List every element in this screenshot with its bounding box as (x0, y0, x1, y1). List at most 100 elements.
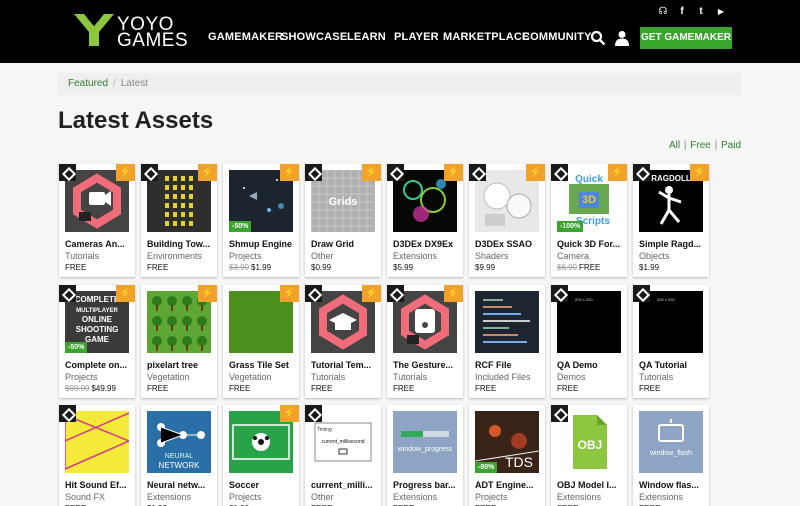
asset-category[interactable]: Extensions (557, 492, 625, 502)
asset-category[interactable]: Vegetation (229, 372, 297, 382)
asset-category[interactable]: Vegetation (147, 372, 215, 382)
asset-card[interactable]: ⚡ D3DEx SSAO Shaders $9.99 (469, 164, 545, 277)
asset-category[interactable]: Extensions (639, 492, 707, 502)
filter-paid[interactable]: Paid (721, 140, 741, 151)
asset-category[interactable]: Extensions (147, 492, 215, 502)
asset-card[interactable]: window_progress Progress bar... Extensions… (387, 405, 463, 506)
asset-card[interactable]: window_flashWindow flas...ExtensionsFREE (633, 405, 709, 506)
asset-card[interactable]: ⚡ The Gesture... Tutorials FREE (387, 285, 463, 398)
facebook-icon[interactable]: f (676, 6, 688, 18)
yoyo-games-logo[interactable]: YOYO GAMES (74, 14, 194, 51)
asset-category[interactable]: Projects (65, 372, 133, 382)
asset-name[interactable]: Soccer (229, 480, 297, 490)
asset-name[interactable]: Window flas... (639, 480, 707, 490)
asset-card[interactable]: NEURALNETWORKNeural netw...Extensions$1.… (141, 405, 217, 506)
twitter-icon[interactable]: t (695, 6, 707, 18)
asset-card[interactable]: OBJOBJ Model I...ExtensionsFREE (551, 405, 627, 506)
nav-community[interactable]: COMMUNITY (522, 31, 592, 43)
asset-price: FREE (229, 384, 297, 393)
asset-card[interactable]: Timing current_millisecond current_milli..… (305, 405, 381, 506)
asset-card[interactable]: Grids ⚡ Draw Grid Other $0.99 (305, 164, 381, 277)
asset-card[interactable]: ⚡ Grass Tile Set Vegetation FREE (223, 285, 299, 398)
nav-gamemaker[interactable]: GAMEMAKER (208, 31, 283, 43)
asset-card[interactable]: ⚡ Tutorial Tem... Tutorials FREE (305, 285, 381, 398)
asset-name[interactable]: Tutorial Tem... (311, 360, 379, 370)
asset-name[interactable]: QA Demo (557, 360, 625, 370)
nav-marketplace[interactable]: MARKETPLACE (443, 31, 530, 43)
svg-text:SHOOTING: SHOOTING (76, 325, 119, 334)
asset-category[interactable]: Tutorials (311, 372, 379, 382)
asset-card[interactable]: -50% ⚡ Shmup Engine Projects $3.99 $1.99 (223, 164, 299, 277)
asset-name[interactable]: OBJ Model I... (557, 480, 625, 490)
nav-learn[interactable]: LEARN (347, 31, 386, 43)
asset-name[interactable]: pixelart tree (147, 360, 215, 370)
asset-card[interactable]: TDS-80%ADT Engine...ProjectsFREE (469, 405, 545, 506)
asset-category[interactable]: Camera (557, 251, 625, 261)
search-icon[interactable] (590, 30, 606, 46)
asset-category[interactable]: Environments (147, 251, 215, 261)
asset-card[interactable]: 200 x 200 QA Demo Demos FREE (551, 285, 627, 398)
asset-name[interactable]: Building Tow... (147, 239, 215, 249)
asset-name[interactable]: Quick 3D For... (557, 239, 625, 249)
asset-card[interactable]: ⚡ Building Tow... Environments FREE (141, 164, 217, 277)
asset-thumbnail[interactable]: TDS -80% (475, 411, 539, 473)
nav-player[interactable]: PLAYER (394, 31, 439, 43)
asset-category[interactable]: Projects (475, 492, 543, 502)
asset-thumbnail[interactable]: NEURAL NETWORK (147, 411, 211, 473)
asset-category[interactable]: Shaders (475, 251, 543, 261)
asset-name[interactable]: QA Tutorial (639, 360, 707, 370)
get-gamemaker-button[interactable]: GET GAMEMAKER (640, 27, 732, 49)
asset-name[interactable]: current_milli... (311, 480, 379, 490)
asset-name[interactable]: Draw Grid (311, 239, 379, 249)
asset-category[interactable]: Tutorials (65, 251, 133, 261)
asset-category[interactable]: Tutorials (393, 372, 461, 382)
asset-card[interactable]: RCF File Included Files FREE (469, 285, 545, 398)
asset-card[interactable]: ⚡ Cameras An... Tutorials FREE (59, 164, 135, 277)
asset-category[interactable]: Tutorials (639, 372, 707, 382)
asset-category[interactable]: Demos (557, 372, 625, 382)
asset-name[interactable]: Hit Sound Ef... (65, 480, 133, 490)
nav-showcase[interactable]: SHOWCASE (281, 31, 347, 43)
asset-thumbnail[interactable] (475, 291, 539, 353)
asset-category[interactable]: Sound FX (65, 492, 133, 502)
breadcrumb-featured[interactable]: Featured (68, 78, 108, 89)
asset-name[interactable]: D3DEx DX9Ex (393, 239, 461, 249)
lightning-bolt-icon: ⚡ (362, 164, 381, 181)
asset-category[interactable]: Objects (639, 251, 707, 261)
asset-card[interactable]: ⚡SoccerProjects$1.99 (223, 405, 299, 506)
asset-name[interactable]: Grass Tile Set (229, 360, 297, 370)
user-icon[interactable] (615, 30, 629, 46)
asset-name[interactable]: ADT Engine... (475, 480, 543, 490)
asset-card[interactable]: ⚡ pixelart tree Vegetation FREE (141, 285, 217, 398)
rss-icon[interactable]: ☊ (657, 6, 669, 18)
asset-name[interactable]: Complete on... (65, 360, 133, 370)
asset-category[interactable]: Extensions (393, 492, 461, 502)
asset-card[interactable]: ⚡ D3DEx DX9Ex Extensions $5.99 (387, 164, 463, 277)
asset-card[interactable]: Quick 3D Scripts -100% ⚡ Quick 3D For... Camer… (551, 164, 627, 277)
asset-card[interactable]: Hit Sound Ef...Sound FXFREE (59, 405, 135, 506)
asset-card[interactable]: RAGDOLL ⚡ Simple Ragd... Objects $1.99 (633, 164, 709, 277)
asset-category[interactable]: Included Files (475, 372, 543, 382)
asset-name[interactable]: RCF File (475, 360, 543, 370)
filter-free[interactable]: Free (690, 140, 711, 151)
asset-thumbnail[interactable]: window_flash (639, 411, 703, 473)
asset-name[interactable]: The Gesture... (393, 360, 461, 370)
asset-category[interactable]: Projects (229, 251, 297, 261)
asset-card[interactable]: COMPLETE MULTIPLAYER ONLINE SHOOTING GAME -50… (59, 285, 135, 398)
youtube-icon[interactable]: ▶ (715, 6, 727, 18)
asset-name[interactable]: Simple Ragd... (639, 239, 707, 249)
asset-name[interactable]: Neural netw... (147, 480, 215, 490)
asset-name[interactable]: Progress bar... (393, 480, 461, 490)
asset-price: $3.99 $1.99 (229, 263, 297, 272)
asset-name[interactable]: Shmup Engine (229, 239, 297, 249)
asset-name[interactable]: Cameras An... (65, 239, 133, 249)
asset-name[interactable]: D3DEx SSAO (475, 239, 543, 249)
asset-card[interactable]: 200 x 200 QA Tutorial Tutorials FREE (633, 285, 709, 398)
asset-thumbnail[interactable]: window_progress (393, 411, 457, 473)
asset-category[interactable]: Projects (229, 492, 297, 502)
asset-category[interactable]: Extensions (393, 251, 461, 261)
svg-text:Timing: Timing (317, 427, 332, 433)
filter-all[interactable]: All (669, 140, 680, 151)
asset-category[interactable]: Other (311, 251, 379, 261)
asset-category[interactable]: Other (311, 492, 379, 502)
